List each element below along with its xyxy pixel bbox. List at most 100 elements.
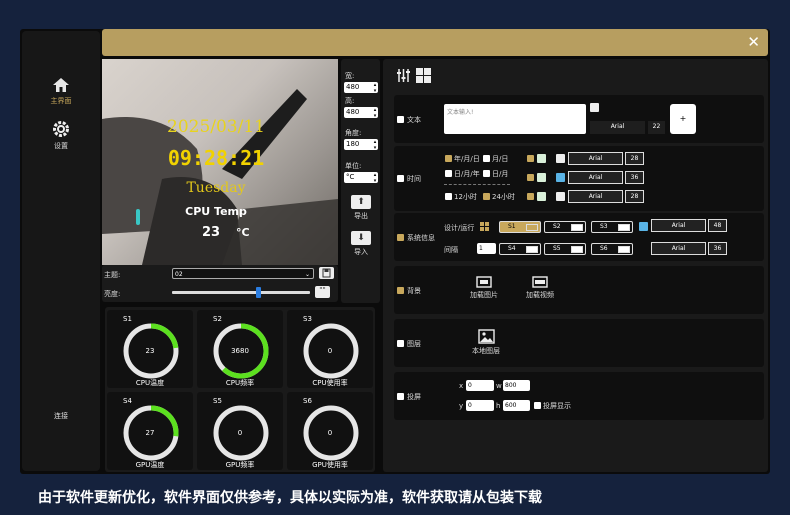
font-color-icon[interactable]	[556, 192, 565, 201]
x-label: x	[459, 382, 464, 390]
time-part-checkbox[interactable]	[527, 174, 534, 181]
font-color-icon[interactable]	[556, 154, 565, 163]
export-button[interactable]: ⬆ 导出	[349, 195, 373, 221]
gauges-panel: S1 23 CPU温度 S2 3680 CPU频率 S3 0 CPU使用率 S4 27 GPU温度 S5…	[105, 307, 375, 472]
nav-connect[interactable]: 连接	[22, 411, 100, 421]
sys-slot-box[interactable]: S3	[591, 221, 633, 233]
brightness-reset-button[interactable]: ""	[315, 286, 330, 298]
nav-connect-label: 连接	[54, 412, 68, 420]
move-up-icon[interactable]	[537, 173, 546, 182]
time-size-input[interactable]: 28	[625, 190, 644, 203]
cast-checkbox[interactable]	[397, 393, 404, 400]
preview-cpu-unit: °C	[236, 226, 250, 239]
height-input[interactable]: 480	[344, 107, 378, 119]
sys-color-icon-1[interactable]	[639, 222, 648, 231]
h24-checkbox[interactable]	[483, 193, 490, 200]
cast-display-checkbox[interactable]	[534, 402, 541, 409]
brightness-slider[interactable]	[172, 287, 310, 298]
h-input[interactable]: 600	[503, 400, 530, 411]
add-text-label: +	[679, 114, 687, 123]
time-part-checkbox[interactable]	[527, 193, 534, 200]
text-color-icon[interactable]	[590, 103, 599, 112]
h12-checkbox[interactable]	[445, 193, 452, 200]
sys-slot-box[interactable]: S6	[591, 243, 633, 255]
gauge-caption: GPU温度	[135, 461, 165, 469]
time-font-select[interactable]: Arial	[568, 152, 623, 165]
sys-slot-swatch	[526, 246, 538, 253]
y-value: 0	[468, 402, 472, 409]
text-font-select[interactable]: Arial	[590, 121, 645, 134]
move-up-icon[interactable]	[537, 154, 546, 163]
text-size-input[interactable]: 22	[648, 121, 665, 134]
dm-checkbox[interactable]	[483, 170, 490, 177]
move-up-icon[interactable]	[537, 192, 546, 201]
brightness-slider-thumb[interactable]	[255, 287, 261, 298]
font-color-icon[interactable]	[556, 173, 565, 182]
background-checkbox[interactable]	[397, 287, 404, 294]
system-info-checkbox[interactable]	[397, 234, 404, 241]
angle-select[interactable]: 180	[344, 139, 378, 151]
sys-size-input-2[interactable]: 36	[708, 242, 727, 255]
gauge-s6: S6 0 GPU使用率	[287, 392, 373, 470]
time-size-input[interactable]: 36	[625, 171, 644, 184]
sys-slot-label: S4	[508, 245, 516, 252]
md-checkbox[interactable]	[483, 155, 490, 162]
sys-size-input-1[interactable]: 48	[708, 219, 727, 232]
load-video-button[interactable]: 加载视频	[520, 276, 560, 300]
gauge-caption: CPU使用率	[312, 379, 348, 387]
time-row-checkbox[interactable]	[397, 175, 404, 182]
grid-icon[interactable]	[416, 68, 431, 83]
time-row-label: 时间	[407, 175, 421, 183]
w-input[interactable]: 800	[503, 380, 530, 391]
sys-slot-label: S6	[600, 245, 608, 252]
nav-home[interactable]: 主界面	[22, 77, 100, 106]
y-input[interactable]: 0	[466, 400, 494, 411]
x-input[interactable]: 0	[466, 380, 494, 391]
gauge-s1: S1 23 CPU温度	[107, 310, 193, 388]
text-input[interactable]: 文本输入!	[444, 104, 586, 134]
sys-font-select-2[interactable]: Arial	[651, 242, 706, 255]
width-input[interactable]: 480	[344, 82, 378, 94]
layout-icon[interactable]	[480, 222, 489, 231]
time-size-input[interactable]: 28	[625, 152, 644, 165]
text-row-checkbox[interactable]	[397, 116, 404, 123]
import-button[interactable]: ⬇ 导入	[349, 231, 373, 257]
image-icon	[476, 276, 492, 288]
brightness-label: 亮度:	[104, 290, 121, 298]
local-layer-button[interactable]: 本地图层	[466, 329, 506, 356]
x-value: 0	[468, 382, 472, 389]
unit-select[interactable]: °C	[344, 172, 378, 184]
time-font-value: Arial	[588, 174, 603, 181]
background-label: 背景	[407, 287, 421, 295]
cast-label: 投屏	[407, 393, 421, 401]
text-row: 文本 文本输入! Arial 22 +	[394, 95, 764, 143]
time-font-select[interactable]: Arial	[568, 190, 623, 203]
save-theme-button[interactable]	[319, 267, 334, 279]
sys-slot-box[interactable]: S4	[499, 243, 541, 255]
sys-slot-box[interactable]: S1	[499, 221, 541, 233]
sys-font-select-1[interactable]: Arial	[651, 219, 706, 232]
sys-slot-box[interactable]: S5	[544, 243, 586, 255]
load-image-button[interactable]: 加载图片	[464, 276, 504, 300]
time-font-select[interactable]: Arial	[568, 171, 623, 184]
time-part-checkbox[interactable]	[527, 155, 534, 162]
sys-slot-box[interactable]: S2	[544, 221, 586, 233]
gauge-value: 0	[327, 429, 333, 437]
gauge-s4: S4 27 GPU温度	[107, 392, 193, 470]
theme-select[interactable]: 02 ⌄	[172, 268, 314, 279]
ymd-checkbox[interactable]	[445, 155, 452, 162]
add-text-button[interactable]: +	[670, 104, 696, 134]
gauge-value: 0	[327, 347, 333, 355]
design-run-label: 设计/运行	[444, 224, 475, 232]
layer-checkbox[interactable]	[397, 340, 404, 347]
h24-label: 24小时	[492, 193, 515, 201]
sliders-icon[interactable]	[396, 68, 411, 83]
nav-settings[interactable]: 设置	[22, 120, 100, 151]
close-icon[interactable]: ✕	[747, 33, 760, 51]
sys-font-value-1: Arial	[671, 222, 686, 229]
dmy-checkbox[interactable]	[445, 170, 452, 177]
angle-label: 角度:	[345, 129, 362, 137]
text-font-value: Arial	[610, 123, 625, 130]
sys-slot-swatch	[571, 246, 583, 253]
interval-input[interactable]: 1	[477, 243, 496, 254]
